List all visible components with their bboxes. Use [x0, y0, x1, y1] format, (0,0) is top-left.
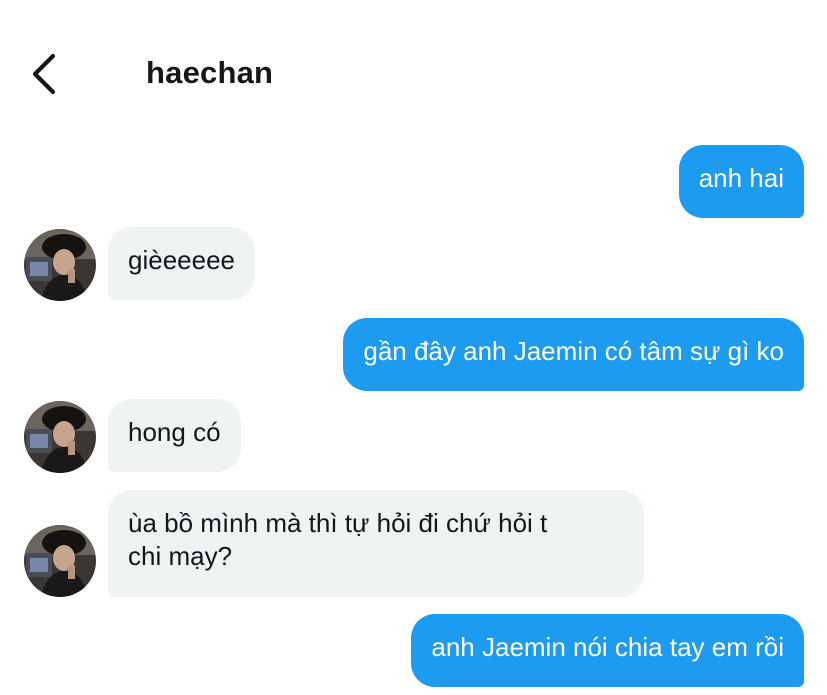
message-bubble-incoming[interactable]: hong có [108, 399, 241, 472]
avatar[interactable] [24, 401, 96, 473]
message-text-line: chi mạy? [128, 541, 233, 571]
message-bubble-outgoing[interactable]: anh hai [678, 145, 804, 218]
back-button[interactable] [26, 52, 66, 96]
message-bubble-incoming[interactable]: ùa bồ mình mà thì tự hỏi đi chứ hỏi t ch… [108, 490, 644, 597]
message-text: anh hai [698, 163, 784, 193]
avatar[interactable] [24, 525, 96, 597]
profile-photo [24, 401, 96, 473]
message-text: hong có [128, 417, 221, 447]
chevron-left-icon [32, 53, 56, 95]
conversation-title: haechan [146, 55, 274, 90]
message-text: gần đây anh Jaemin có tâm sự gì ko [363, 336, 784, 366]
message-text: gièeeeee [128, 245, 235, 275]
message-bubble-outgoing[interactable]: gần đây anh Jaemin có tâm sự gì ko [343, 318, 804, 391]
message-text-line: ùa bồ mình mà thì tự hỏi đi chứ hỏi t [128, 508, 548, 538]
message-text: anh Jaemin nói chia tay em rồi [431, 632, 784, 662]
message-bubble-incoming[interactable]: gièeeeee [108, 227, 255, 300]
profile-photo [24, 229, 96, 301]
avatar[interactable] [24, 229, 96, 301]
message-bubble-outgoing[interactable]: anh Jaemin nói chia tay em rồi [411, 614, 804, 687]
profile-photo [24, 525, 96, 597]
conversation-header: haechan [0, 0, 827, 140]
